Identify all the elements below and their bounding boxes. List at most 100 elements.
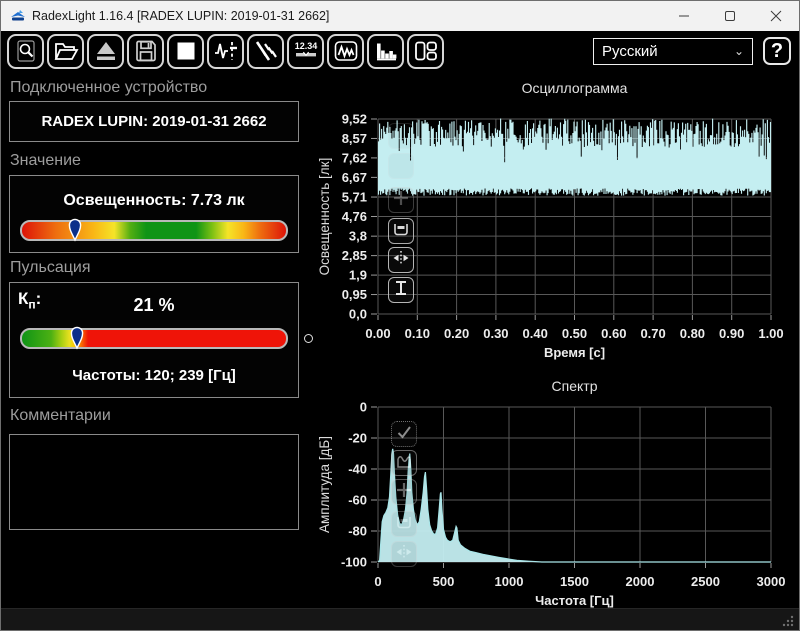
comments-section-header: Комментарии bbox=[10, 407, 111, 424]
svg-text:2000: 2000 bbox=[626, 574, 655, 589]
svg-text:12.34: 12.34 bbox=[294, 41, 317, 51]
svg-text:-100: -100 bbox=[341, 555, 367, 570]
illuminance-reading: Освещенность: 7.73 лк bbox=[63, 192, 245, 209]
pulsation-section-header: Пульсация bbox=[10, 259, 91, 276]
svg-text:1.00: 1.00 bbox=[758, 326, 783, 341]
collapse-center-icon bbox=[392, 249, 410, 272]
frequencies-text: Частоты: 120; 239 [Гц] bbox=[72, 367, 236, 384]
osc-tool-ghost-2[interactable] bbox=[388, 153, 414, 179]
oscillogram-view-button[interactable] bbox=[327, 33, 364, 69]
save-icon bbox=[134, 39, 158, 63]
svg-text:1500: 1500 bbox=[560, 574, 589, 589]
status-bar bbox=[1, 608, 799, 630]
spectrum-chart[interactable]: 0 -20 -40 -60 -80 -100 0 500 1000 1500 2000 2500 300… bbox=[313, 375, 799, 611]
value-box: Освещенность: 7.73 лк bbox=[9, 175, 299, 253]
value-display-view-button[interactable]: 12.34 bbox=[287, 33, 324, 69]
title-bar[interactable]: RadexLight 1.16.4 [RADEX LUPIN: 2019-01-… bbox=[1, 1, 799, 31]
spectrum-view-button[interactable] bbox=[367, 33, 404, 69]
svg-text:0: 0 bbox=[360, 400, 367, 415]
svg-text:9,52: 9,52 bbox=[342, 112, 367, 127]
pulse-wave-icon bbox=[213, 39, 239, 63]
language-select[interactable]: Русский ⌄ bbox=[593, 37, 753, 65]
osc-fit-vertical-button[interactable] bbox=[388, 277, 414, 303]
minimize-button[interactable] bbox=[661, 1, 707, 31]
chevron-down-icon: ⌄ bbox=[733, 44, 744, 58]
osc-center-button[interactable] bbox=[388, 247, 414, 273]
fit-vertical-icon bbox=[392, 279, 410, 302]
eject-device-button[interactable] bbox=[87, 33, 124, 69]
svg-text:0,95: 0,95 bbox=[342, 287, 367, 302]
svg-text:0.30: 0.30 bbox=[483, 326, 508, 341]
svg-text:0.80: 0.80 bbox=[680, 326, 705, 341]
svg-text:2,85: 2,85 bbox=[342, 248, 367, 263]
comments-input[interactable] bbox=[10, 435, 298, 529]
device-section-header: Подключенное устройство bbox=[10, 79, 208, 96]
svg-text:0.60: 0.60 bbox=[601, 326, 626, 341]
osc-tool-ghost-1[interactable] bbox=[388, 123, 414, 149]
close-button[interactable] bbox=[753, 1, 799, 31]
svg-text:0.20: 0.20 bbox=[444, 326, 469, 341]
layout-view-button[interactable] bbox=[407, 33, 444, 69]
svg-text:0.10: 0.10 bbox=[405, 326, 430, 341]
plus-icon bbox=[392, 189, 410, 212]
osc-zoom-button[interactable] bbox=[388, 187, 414, 213]
svg-text:-60: -60 bbox=[348, 493, 367, 508]
svg-text:3000: 3000 bbox=[757, 574, 786, 589]
flicker-view-button[interactable] bbox=[247, 33, 284, 69]
value-section-header: Значение bbox=[10, 152, 81, 169]
spec-zoom-button[interactable] bbox=[391, 479, 417, 505]
svg-text:0.00: 0.00 bbox=[365, 326, 390, 341]
illuminance-marker bbox=[68, 218, 82, 242]
svg-text:6,67: 6,67 bbox=[342, 170, 367, 185]
plus-icon bbox=[395, 481, 413, 504]
open-file-button[interactable] bbox=[47, 33, 84, 69]
eject-icon bbox=[94, 39, 118, 63]
help-button[interactable]: ? bbox=[763, 37, 791, 65]
svg-text:3,8: 3,8 bbox=[349, 229, 367, 244]
svg-text:0.40: 0.40 bbox=[523, 326, 548, 341]
illuminance-scale-bar bbox=[20, 218, 288, 242]
kp-value: 21 % bbox=[133, 295, 175, 315]
spec-center-button[interactable] bbox=[391, 541, 417, 567]
svg-text:4,76: 4,76 bbox=[342, 209, 367, 224]
wave-box-icon bbox=[395, 452, 413, 475]
svg-text:Время [с]: Время [с] bbox=[544, 345, 605, 360]
pulsation-indicator-dot bbox=[304, 334, 313, 343]
device-name: RADEX LUPIN: 2019-01-31 2662 bbox=[41, 113, 267, 130]
fit-horizontal-icon bbox=[395, 513, 413, 536]
spec-fit-horizontal-button[interactable] bbox=[391, 511, 417, 537]
stop-icon bbox=[174, 39, 198, 63]
save-file-button[interactable] bbox=[127, 33, 164, 69]
search-icon bbox=[14, 39, 38, 63]
svg-text:8,57: 8,57 bbox=[342, 131, 367, 146]
svg-text:Амплитуда [дБ]: Амплитуда [дБ] bbox=[317, 436, 332, 533]
folder-open-icon bbox=[53, 39, 79, 63]
stop-measurement-button[interactable] bbox=[167, 33, 204, 69]
collapse-center-icon bbox=[395, 543, 413, 566]
device-box: RADEX LUPIN: 2019-01-31 2662 bbox=[9, 101, 299, 142]
resize-grip[interactable] bbox=[779, 612, 795, 628]
pulsation-view-button[interactable] bbox=[207, 33, 244, 69]
svg-text:-20: -20 bbox=[348, 431, 367, 446]
svg-text:-40: -40 bbox=[348, 462, 367, 477]
maximize-button[interactable] bbox=[707, 1, 753, 31]
fit-horizontal-icon bbox=[392, 220, 410, 243]
svg-text:Спектр: Спектр bbox=[552, 378, 598, 394]
svg-text:Частота [Гц]: Частота [Гц] bbox=[535, 593, 614, 608]
svg-text:2500: 2500 bbox=[691, 574, 720, 589]
oscillogram-chart[interactable]: 9,52 8,57 7,62 6,67 5,71 4,76 3,8 2,85 1,9 0,95 0,… bbox=[313, 77, 799, 373]
svg-text:0: 0 bbox=[374, 574, 381, 589]
spec-select-button[interactable] bbox=[391, 421, 417, 447]
svg-text:1000: 1000 bbox=[495, 574, 524, 589]
window-title: RadexLight 1.16.4 [RADEX LUPIN: 2019-01-… bbox=[32, 9, 330, 23]
svg-text:7,62: 7,62 bbox=[342, 150, 367, 165]
app-icon bbox=[10, 8, 26, 24]
layout-panes-icon bbox=[413, 39, 439, 63]
app-window: RadexLight 1.16.4 [RADEX LUPIN: 2019-01-… bbox=[0, 0, 800, 631]
svg-text:0.70: 0.70 bbox=[640, 326, 665, 341]
language-value: Русский bbox=[602, 42, 658, 60]
osc-fit-horizontal-button[interactable] bbox=[388, 218, 414, 244]
flicker-rays-icon bbox=[253, 39, 279, 63]
search-device-button[interactable] bbox=[7, 33, 44, 69]
spec-envelope-button[interactable] bbox=[391, 450, 417, 476]
